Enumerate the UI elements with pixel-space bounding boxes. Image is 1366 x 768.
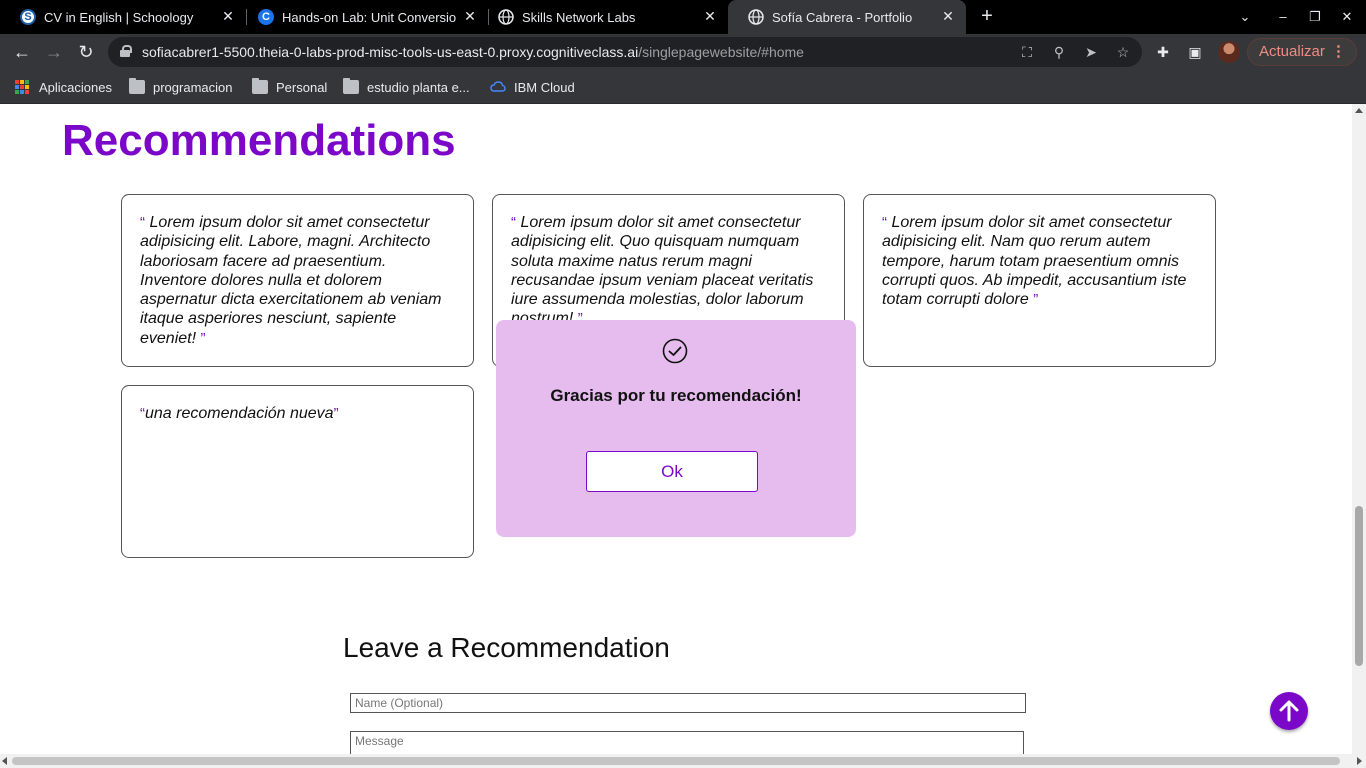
back-icon[interactable]: ← <box>11 41 33 63</box>
lock-icon <box>120 45 132 57</box>
vertical-scroll-thumb[interactable] <box>1355 506 1363 666</box>
recommendation-text: Lorem ipsum dolor sit amet consectetur a… <box>511 214 814 328</box>
open-quote: “ <box>882 214 887 231</box>
bookmark-apps[interactable]: Aplicaciones <box>15 78 112 96</box>
url-text: sofiacabrer1-5500.theia-0-labs-prod-misc… <box>142 44 804 60</box>
bookmark-label: programacion <box>153 79 233 95</box>
bookmark-label: estudio planta e... <box>367 79 470 95</box>
open-quote: “ <box>511 214 516 231</box>
schoology-icon: S <box>20 9 36 25</box>
send-icon[interactable]: ➤ <box>1082 43 1100 61</box>
bookmark-label: IBM Cloud <box>514 79 575 95</box>
tab-schoology[interactable]: S CV in English | Schoology ✕ <box>0 0 246 34</box>
apps-grid-icon <box>15 80 31 94</box>
ok-button[interactable]: Ok <box>586 451 758 492</box>
tab-hands-on-lab[interactable]: C Hands-on Lab: Unit Conversion ✕ <box>238 0 488 34</box>
reload-icon[interactable]: ↻ <box>75 41 97 63</box>
browser-tab-bar: S CV in English | Schoology ✕ C Hands-on… <box>0 0 1366 34</box>
close-quote: ” <box>1033 291 1039 309</box>
horizontal-scrollbar[interactable] <box>0 754 1366 768</box>
reading-list-icon[interactable]: ▣ <box>1186 43 1204 61</box>
bookmark-estudio-planta[interactable]: estudio planta e... <box>343 78 470 96</box>
zoom-icon[interactable]: ⚲ <box>1050 43 1068 61</box>
globe-icon <box>748 9 764 25</box>
cognitiveclass-icon: C <box>258 9 274 25</box>
tab-title: CV in English | Schoology <box>44 9 194 25</box>
name-input[interactable]: Name (Optional) <box>350 693 1026 713</box>
profile-avatar[interactable] <box>1218 41 1240 63</box>
scroll-left-arrow-icon[interactable] <box>2 757 7 765</box>
arrow-up-icon <box>1279 700 1299 722</box>
maximize-icon[interactable]: ❐ <box>1306 8 1324 26</box>
vertical-scrollbar[interactable] <box>1352 104 1366 754</box>
translate-icon[interactable]: ⛶ <box>1018 43 1036 61</box>
confirmation-modal: Gracias por tu recomendación! Ok <box>496 320 856 537</box>
leave-recommendation-heading: Leave a Recommendation <box>343 632 670 663</box>
close-tab-icon[interactable]: ✕ <box>940 8 956 24</box>
bookmark-personal[interactable]: Personal <box>252 78 327 96</box>
bookmark-programacion[interactable]: programacion <box>129 78 233 96</box>
bookmark-label: Aplicaciones <box>39 79 112 95</box>
recommendation-text: una recomendación nueva <box>145 405 334 422</box>
bookmarks-bar: Aplicaciones programacion Personal estud… <box>0 70 1366 104</box>
ibm-cloud-icon <box>490 80 506 94</box>
close-window-icon[interactable]: ✕ <box>1338 8 1356 26</box>
horizontal-scroll-thumb[interactable] <box>12 757 1340 765</box>
tab-title: Hands-on Lab: Unit Conversion <box>282 9 457 25</box>
bookmark-star-icon[interactable]: ☆ <box>1114 43 1132 61</box>
url-path: /singlepagewebsite/#home <box>638 44 804 60</box>
tab-title: Skills Network Labs <box>522 9 636 25</box>
close-tab-icon[interactable]: ✕ <box>702 8 718 24</box>
modal-message: Gracias por tu recomendación! <box>550 386 802 405</box>
minimize-icon[interactable]: – <box>1274 8 1292 26</box>
close-quote: ” <box>200 329 206 347</box>
globe-icon <box>498 9 514 25</box>
browser-toolbar: ← → ↻ sofiacabrer1-5500.theia-0-labs-pro… <box>0 34 1366 70</box>
more-menu-icon: ⋮ <box>1331 43 1346 60</box>
close-tab-icon[interactable]: ✕ <box>220 8 236 24</box>
recommendation-card: “una recomendación nueva” <box>121 385 474 558</box>
close-quote: ” <box>333 405 339 422</box>
recommendation-text: Lorem ipsum dolor sit amet consectetur a… <box>140 214 442 347</box>
tab-search-icon[interactable]: ⌄ <box>1236 8 1254 26</box>
open-quote: “ <box>140 214 145 231</box>
recommendation-card: “ Lorem ipsum dolor sit amet consectetur… <box>863 194 1216 367</box>
tab-title: Sofía Cabrera - Portfolio <box>772 9 913 25</box>
scroll-up-arrow-icon[interactable] <box>1355 108 1363 113</box>
recommendations-heading: Recommendations <box>62 116 456 165</box>
folder-icon <box>129 78 145 94</box>
tab-portfolio[interactable]: Sofía Cabrera - Portfolio ✕ <box>728 0 966 34</box>
scroll-right-arrow-icon[interactable] <box>1357 757 1362 765</box>
close-tab-icon[interactable]: ✕ <box>462 8 478 24</box>
message-textarea[interactable]: Message <box>350 731 1024 754</box>
extensions-icon[interactable]: ✚ <box>1154 43 1172 61</box>
tab-skills-network[interactable]: Skills Network Labs ✕ <box>478 0 728 34</box>
check-circle-icon <box>662 338 688 364</box>
update-button-label: Actualizar <box>1259 43 1325 60</box>
update-button[interactable]: Actualizar ⋮ <box>1247 38 1357 66</box>
url-host: sofiacabrer1-5500.theia-0-labs-prod-misc… <box>142 44 639 60</box>
scroll-to-top-button[interactable] <box>1270 692 1308 730</box>
bookmark-ibm-cloud[interactable]: IBM Cloud <box>490 78 575 96</box>
folder-icon <box>252 78 268 94</box>
forward-icon[interactable]: → <box>43 41 65 63</box>
new-tab-button[interactable]: + <box>977 6 997 28</box>
bookmark-label: Personal <box>276 79 328 95</box>
address-bar[interactable]: sofiacabrer1-5500.theia-0-labs-prod-misc… <box>108 37 1142 67</box>
folder-icon <box>343 78 359 94</box>
page-content: Recommendations “ Lorem ipsum dolor sit … <box>0 104 1352 754</box>
recommendation-card: “ Lorem ipsum dolor sit amet consectetur… <box>121 194 474 367</box>
